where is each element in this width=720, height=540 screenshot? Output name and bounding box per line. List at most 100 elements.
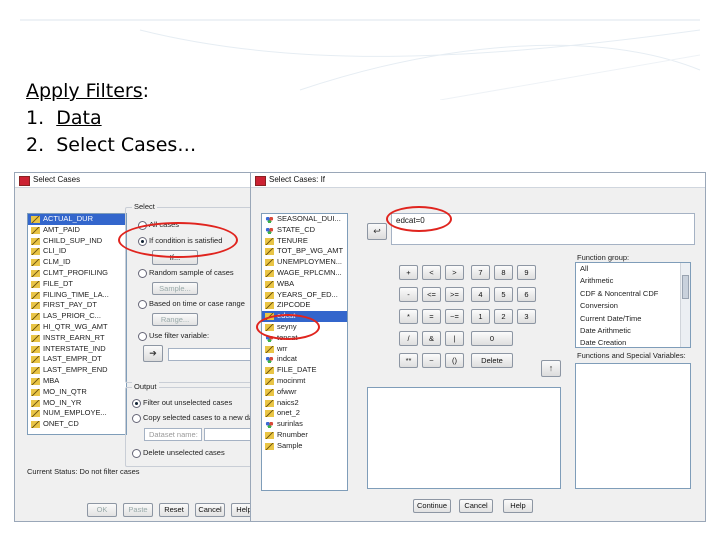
variable-item[interactable]: CHILD_SUP_IND xyxy=(28,236,126,247)
radio-all-cases[interactable]: All cases xyxy=(138,220,179,230)
variable-item[interactable]: LAST_EMPR_DT xyxy=(28,354,126,365)
cancel-button[interactable]: Cancel xyxy=(195,503,225,517)
keypad-key[interactable]: - xyxy=(399,287,418,302)
if-variable-list[interactable]: SEASONAL_DUI... STATE_CD TENURE TOT_BP_WG_A… xyxy=(261,213,348,491)
radio-copy-selected[interactable]: Copy selected cases to a new dataset xyxy=(132,413,269,423)
range-button[interactable]: Range... xyxy=(152,313,198,326)
keypad-key[interactable]: ~ xyxy=(422,353,441,368)
function-group-scrollbar[interactable] xyxy=(680,263,690,347)
keypad-key[interactable]: () xyxy=(445,353,464,368)
sample-button[interactable]: Sample... xyxy=(152,282,198,295)
keypad-key[interactable]: 5 xyxy=(494,287,513,302)
keypad-key[interactable]: 1 xyxy=(471,309,490,324)
variable-item[interactable]: ONET_CD xyxy=(28,419,126,430)
variable-item[interactable]: SEASONAL_DUI... xyxy=(262,214,347,225)
variable-item[interactable]: LAST_EMPR_END xyxy=(28,365,126,376)
move-variable-button[interactable]: ➔ xyxy=(143,345,163,362)
variable-item[interactable]: CLM_ID xyxy=(28,257,126,268)
variable-item[interactable]: MO_IN_QTR xyxy=(28,387,126,398)
if-help-button[interactable]: Help xyxy=(503,499,533,513)
variable-item[interactable]: NUM_EMPLOYE... xyxy=(28,408,126,419)
variable-item[interactable]: UNEMPLOYMEN... xyxy=(262,257,347,268)
function-group-item[interactable]: Current Date/Time xyxy=(576,313,690,325)
variable-item[interactable]: INTERSTATE_IND xyxy=(28,344,126,355)
variable-item[interactable]: edcat xyxy=(262,311,347,322)
variable-item[interactable]: YEARS_OF_ED... xyxy=(262,290,347,301)
radio-delete-unselected[interactable]: Delete unselected cases xyxy=(132,448,225,458)
keypad-key[interactable]: 9 xyxy=(517,265,536,280)
function-group-item[interactable]: Date Creation xyxy=(576,337,690,347)
variable-item[interactable]: TENURE xyxy=(262,236,347,247)
radio-random-sample[interactable]: Random sample of cases xyxy=(138,268,234,278)
variable-item[interactable]: Rnumber xyxy=(262,430,347,441)
variable-item[interactable]: FILE_DT xyxy=(28,279,126,290)
keypad-key[interactable]: < xyxy=(422,265,441,280)
dataset-name-field[interactable]: Dataset name: xyxy=(144,428,202,441)
function-group-item[interactable]: CDF & Noncentral CDF xyxy=(576,288,690,300)
keypad-key[interactable]: 7 xyxy=(471,265,490,280)
function-group-item[interactable]: Conversion xyxy=(576,300,690,312)
variable-item[interactable]: mocinmt xyxy=(262,376,347,387)
keypad-key[interactable]: >= xyxy=(445,287,464,302)
variable-item[interactable]: STATE_CD xyxy=(262,225,347,236)
keypad-key[interactable]: + xyxy=(399,265,418,280)
keypad-key[interactable]: = xyxy=(422,309,441,324)
variable-item[interactable]: WAGE_RPLCMN... xyxy=(262,268,347,279)
keypad-key[interactable]: * xyxy=(399,309,418,324)
keypad-key[interactable]: ** xyxy=(399,353,418,368)
keypad-key[interactable]: > xyxy=(445,265,464,280)
if-cancel-button[interactable]: Cancel xyxy=(459,499,493,513)
variable-item[interactable]: LAS_PRIOR_C... xyxy=(28,311,126,322)
keypad-key[interactable]: 2 xyxy=(494,309,513,324)
continue-button[interactable]: Continue xyxy=(413,499,451,513)
keypad-key[interactable]: 3 xyxy=(517,309,536,324)
keypad-key[interactable]: 6 xyxy=(517,287,536,302)
keypad-key[interactable]: 8 xyxy=(494,265,513,280)
variable-list[interactable]: ACTUAL_DUR AMT_PAID CHILD_SUP_IND CLI_ID CLM… xyxy=(27,213,127,435)
variable-item[interactable]: WBA xyxy=(262,279,347,290)
variable-item[interactable]: indcat xyxy=(262,354,347,365)
function-group-item[interactable]: Date Arithmetic xyxy=(576,325,690,337)
keypad-key[interactable]: | xyxy=(445,331,464,346)
variable-item[interactable]: ACTUAL_DUR xyxy=(28,214,126,225)
move-function-up-button[interactable]: ↑ xyxy=(541,360,561,377)
variable-item[interactable]: surinlas xyxy=(262,419,347,430)
keypad-key[interactable]: 4 xyxy=(471,287,490,302)
keypad-key[interactable]: / xyxy=(399,331,418,346)
variable-item[interactable]: seyny xyxy=(262,322,347,333)
variable-item[interactable]: AMT_PAID xyxy=(28,225,126,236)
expression-box[interactable]: edcat=0 xyxy=(391,213,695,245)
variable-item[interactable]: onet_2 xyxy=(262,408,347,419)
variable-item[interactable]: MBA xyxy=(28,376,126,387)
variable-item[interactable]: tencat xyxy=(262,333,347,344)
variable-item[interactable]: TOT_BP_WG_AMT xyxy=(262,246,347,257)
keypad-key[interactable]: <= xyxy=(422,287,441,302)
function-group-item[interactable]: Arithmetic xyxy=(576,275,690,287)
variable-item[interactable]: MO_IN_YR xyxy=(28,398,126,409)
reset-button[interactable]: Reset xyxy=(159,503,189,517)
radio-if-condition[interactable]: If condition is satisfied xyxy=(138,236,222,246)
variable-item[interactable]: wrr xyxy=(262,344,347,355)
keypad-key[interactable]: ~= xyxy=(445,309,464,324)
function-group-item[interactable]: All xyxy=(576,263,690,275)
paste-button[interactable]: Paste xyxy=(123,503,153,517)
keypad-key[interactable]: 0 xyxy=(471,331,513,346)
variable-item[interactable]: FIRST_PAY_DT xyxy=(28,300,126,311)
if-button[interactable]: If... xyxy=(152,250,198,265)
variable-item[interactable]: Sample xyxy=(262,441,347,452)
variable-item[interactable]: ofwwr xyxy=(262,387,347,398)
variable-item[interactable]: CLI_ID xyxy=(28,246,126,257)
variable-item[interactable]: HI_QTR_WG_AMT xyxy=(28,322,126,333)
variable-item[interactable]: ZIPCODE xyxy=(262,300,347,311)
function-group-list[interactable]: All Arithmetic CDF & Noncentral CDF Convers… xyxy=(575,262,691,348)
variable-item[interactable]: FILE_DATE xyxy=(262,365,347,376)
variable-item[interactable]: CLMT_PROFILING xyxy=(28,268,126,279)
keypad-key[interactable]: & xyxy=(422,331,441,346)
variable-item[interactable]: FILING_TIME_LA... xyxy=(28,290,126,301)
keypad-key[interactable]: Delete xyxy=(471,353,513,368)
radio-use-filter[interactable]: Use filter variable: xyxy=(138,331,209,341)
variable-item[interactable]: naics2 xyxy=(262,398,347,409)
functions-list[interactable] xyxy=(575,363,691,489)
ok-button[interactable]: OK xyxy=(87,503,117,517)
radio-filter-out[interactable]: Filter out unselected cases xyxy=(132,398,232,408)
